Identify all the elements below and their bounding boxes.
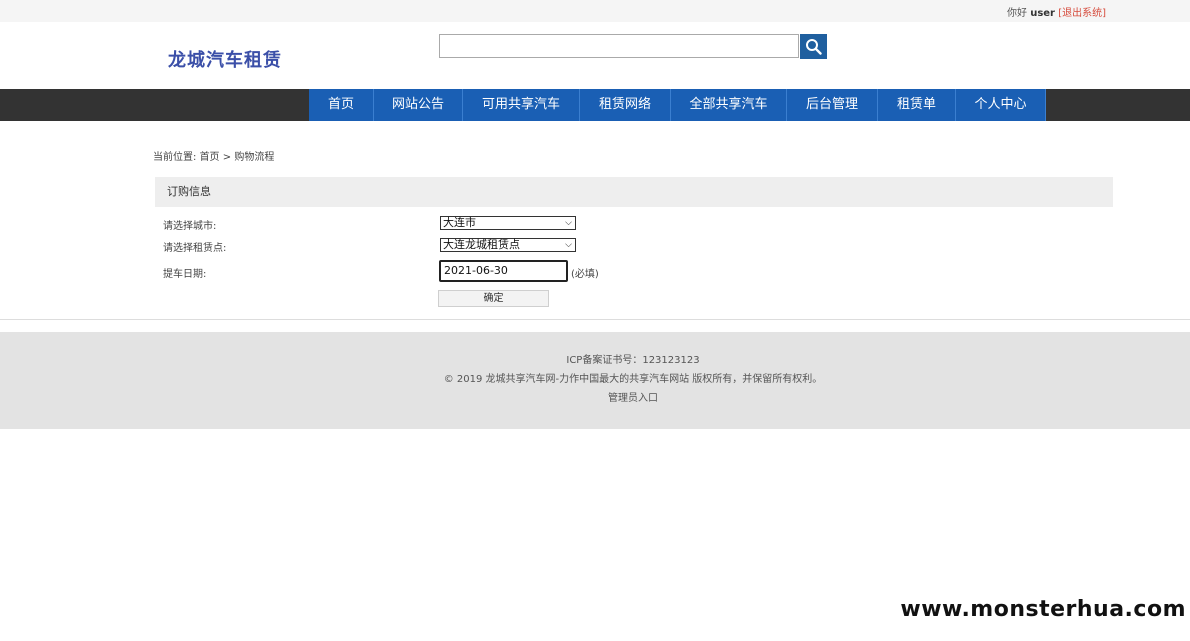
required-note: (必填) <box>571 269 599 280</box>
footer-copyright: © 2019 龙城共享汽车网-力作中国最大的共享汽车网站 版权所有，并保留所有权… <box>443 374 823 385</box>
confirm-button[interactable]: 确定 <box>438 290 549 307</box>
watermark: www.monsterhua.com <box>900 597 1186 622</box>
breadcrumb-current: 购物流程 <box>234 152 275 163</box>
header: 龙城汽车租赁 <box>0 22 1190 89</box>
nav-item-available-cars[interactable]: 可用共享汽车 <box>463 89 580 121</box>
footer: ICP备案证书号：123123123 © 2019 龙城共享汽车网-力作中国最大… <box>0 332 1190 429</box>
nav-item-personal-center[interactable]: 个人中心 <box>956 89 1046 121</box>
nav-item-rental-network[interactable]: 租赁网络 <box>580 89 671 121</box>
nav-item-home[interactable]: 首页 <box>309 89 374 121</box>
footer-icp: ICP备案证书号：123123123 <box>566 355 700 366</box>
city-label: 请选择城市: <box>163 221 217 232</box>
pickup-date-input[interactable]: 2021-06-30 <box>439 260 568 282</box>
top-bar: 你好 user [退出系统] <box>0 0 1190 22</box>
greeting-text: 你好 <box>1007 8 1028 19</box>
nav-item-announcements[interactable]: 网站公告 <box>374 89 463 121</box>
nav-item-admin[interactable]: 后台管理 <box>787 89 878 121</box>
breadcrumb-home[interactable]: 首页 <box>200 152 220 163</box>
search-input[interactable] <box>439 34 799 58</box>
breadcrumb-prefix: 当前位置: <box>153 152 197 163</box>
rental-point-select-value: 大连龙城租赁点 <box>443 238 520 251</box>
rental-point-label: 请选择租赁点: <box>163 243 227 254</box>
nav-item-orders[interactable]: 租赁单 <box>878 89 956 121</box>
order-info-title: 订购信息 <box>155 177 1113 207</box>
pickup-date-label: 提车日期: <box>163 269 207 280</box>
chevron-down-icon: ⌵ <box>565 218 572 228</box>
search-button[interactable] <box>800 34 827 59</box>
username: user <box>1030 8 1055 19</box>
city-select[interactable]: 大连市 ⌵ <box>440 216 576 230</box>
nav-item-all-cars[interactable]: 全部共享汽车 <box>671 89 787 121</box>
city-select-value: 大连市 <box>443 216 476 229</box>
divider <box>0 319 1190 320</box>
search-icon <box>806 39 822 55</box>
rental-point-select[interactable]: 大连龙城租赁点 ⌵ <box>440 238 576 252</box>
footer-admin-link[interactable]: 管理员入口 <box>0 389 1190 404</box>
site-logo[interactable]: 龙城汽车租赁 <box>168 46 282 72</box>
logout-link[interactable]: [退出系统] <box>1058 4 1106 19</box>
user-greeting: 你好 user <box>1007 4 1055 19</box>
breadcrumb: 当前位置: 首页 > 购物流程 <box>153 148 274 163</box>
main-nav: 首页 网站公告 可用共享汽车 租赁网络 全部共享汽车 后台管理 租赁单 个人中心 <box>0 89 1190 121</box>
breadcrumb-separator: > <box>222 152 232 163</box>
nav-items: 首页 网站公告 可用共享汽车 租赁网络 全部共享汽车 后台管理 租赁单 个人中心 <box>309 89 1046 121</box>
chevron-down-icon: ⌵ <box>565 240 572 250</box>
